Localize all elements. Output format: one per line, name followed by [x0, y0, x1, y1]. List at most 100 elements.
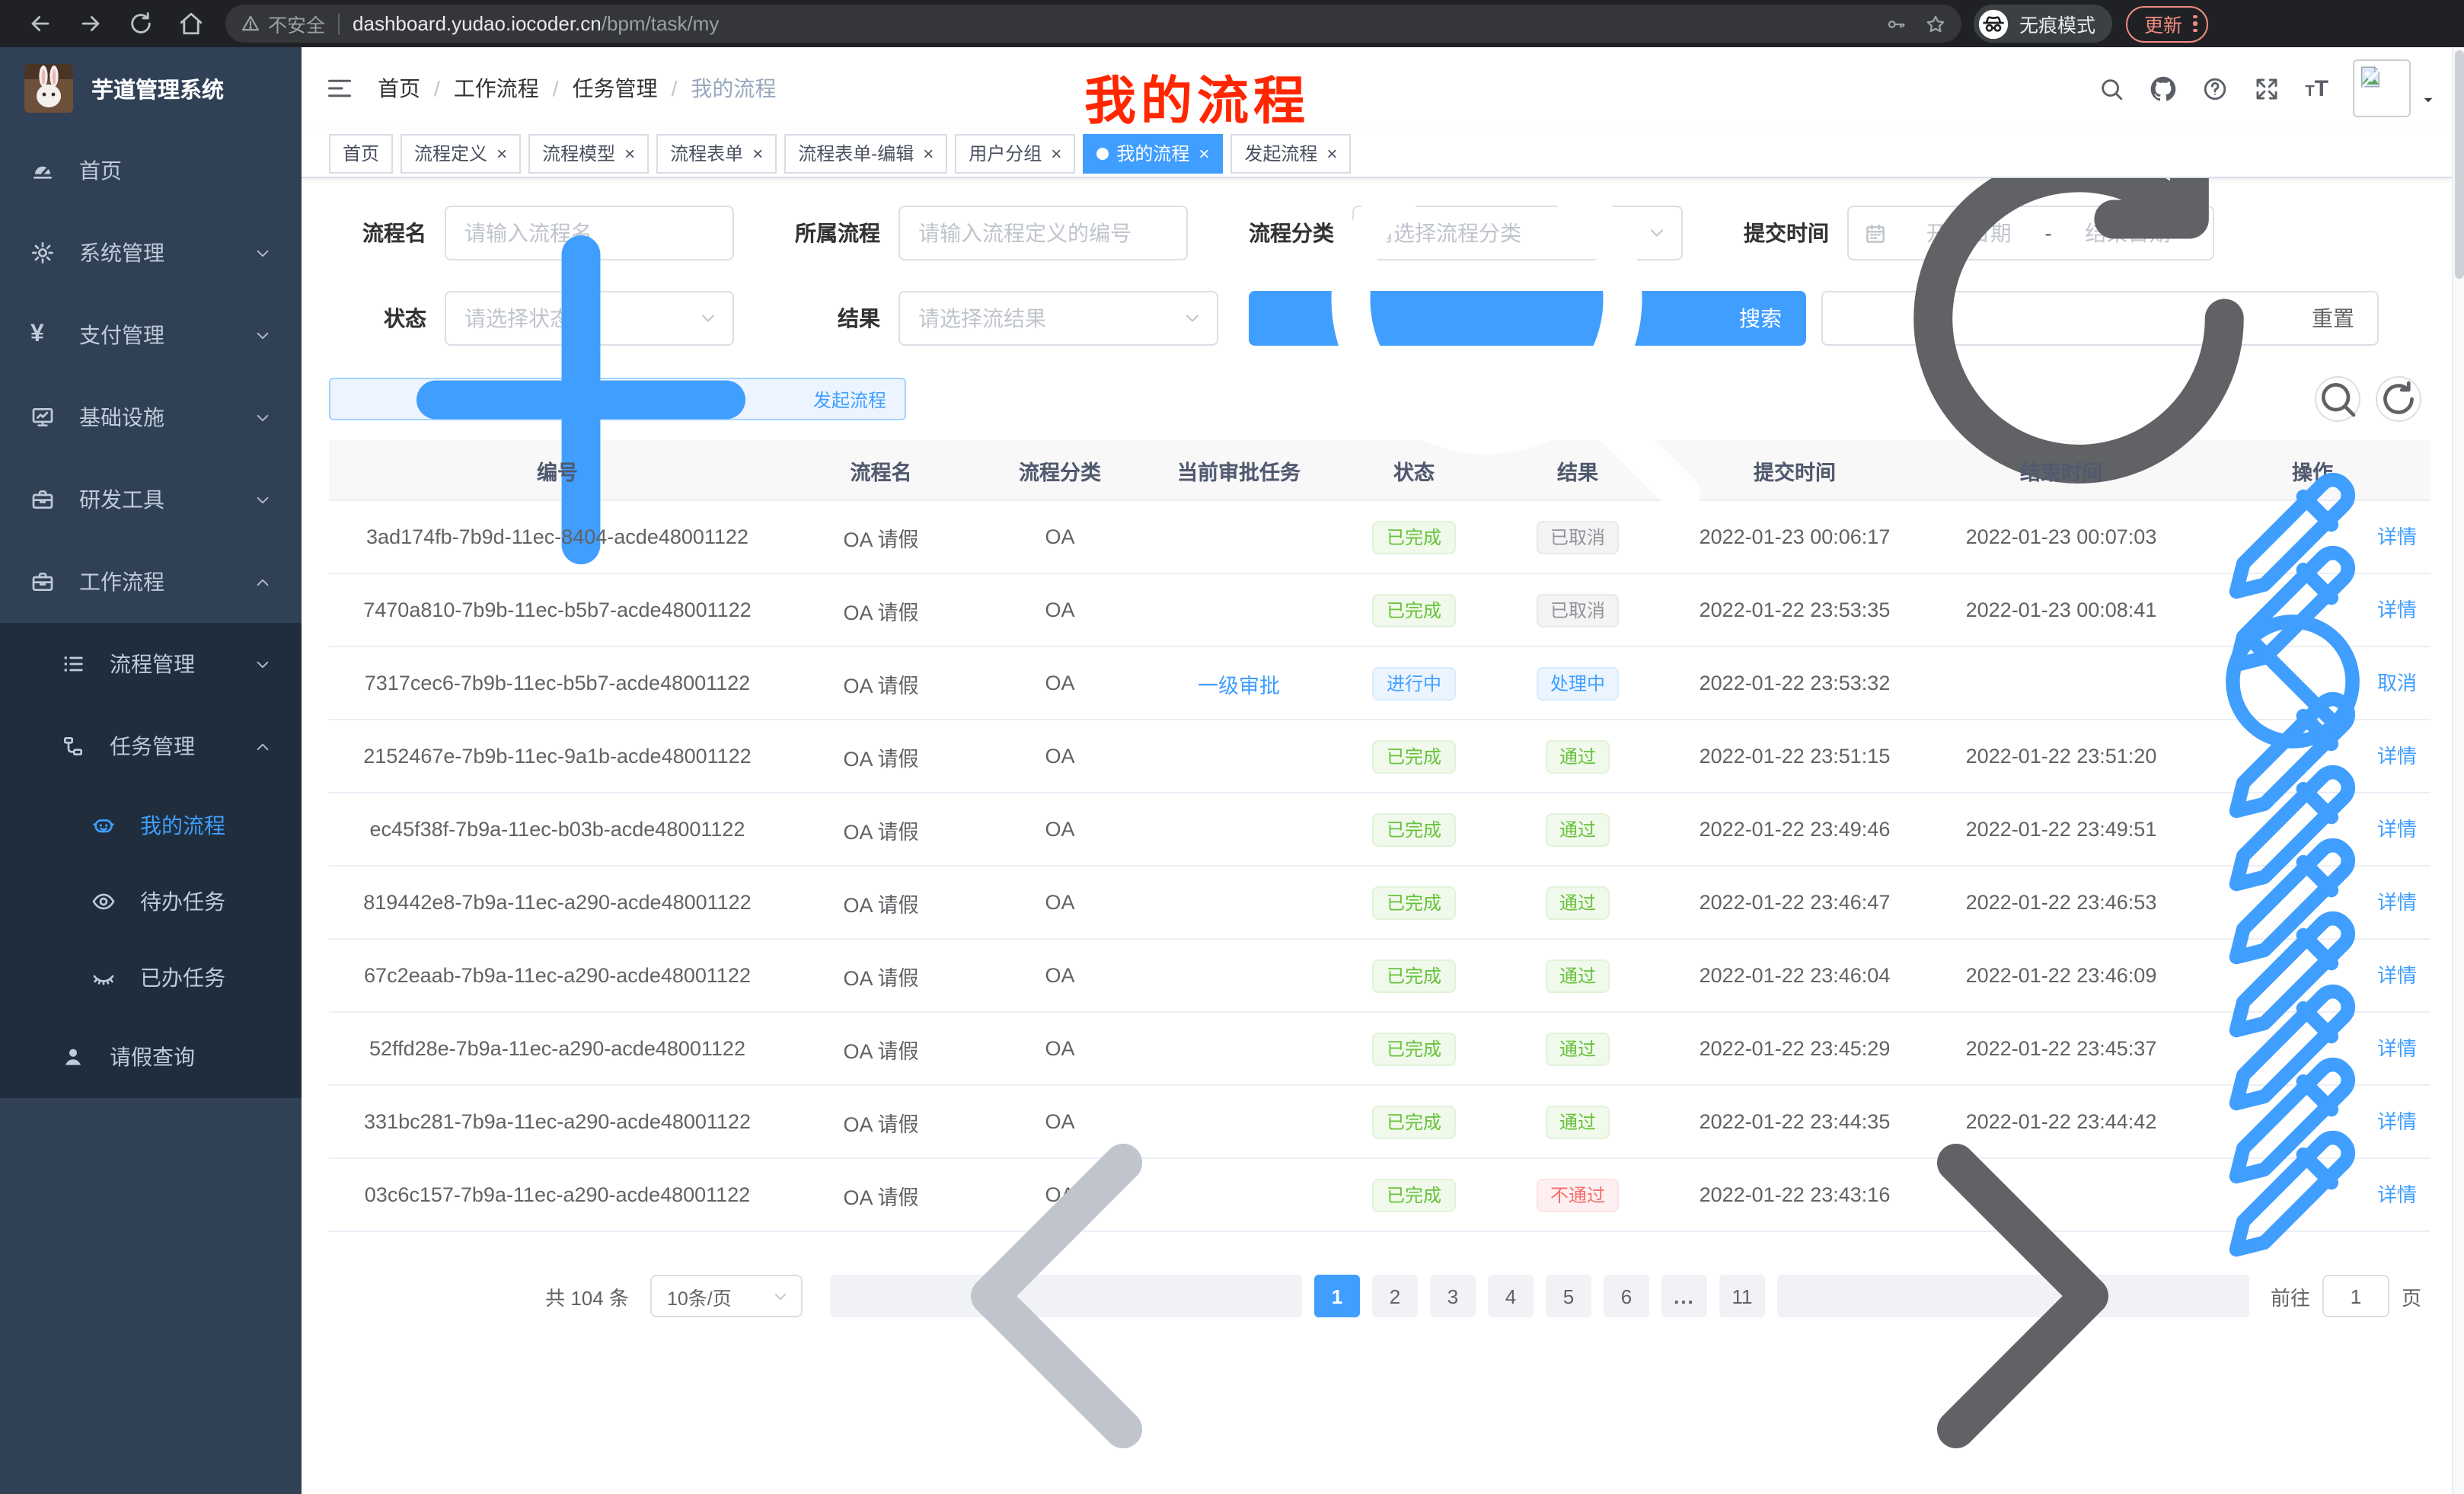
close-icon[interactable]: × [496, 144, 507, 162]
sidebar-item-工作流程[interactable]: 工作流程 [0, 541, 302, 623]
create-process-button[interactable]: 发起流程 [329, 378, 906, 420]
scrollbar-thumb[interactable] [2455, 50, 2464, 279]
tab-发起流程[interactable]: 发起流程× [1230, 133, 1351, 173]
page-size-value: 10条/页 [667, 1282, 772, 1310]
breadcrumb-item[interactable]: 工作流程 [454, 73, 539, 104]
page-size-select[interactable]: 10条/页 [650, 1275, 803, 1317]
help-icon[interactable] [2201, 75, 2227, 101]
next-page-button[interactable] [1777, 1275, 2249, 1317]
fullscreen-icon[interactable] [2253, 75, 2279, 101]
filter-definition-input[interactable] [898, 206, 1188, 260]
status-badge: 已完成 [1373, 1178, 1455, 1211]
result-badge: 不通过 [1537, 1178, 1619, 1211]
cell-id: 52ffd28e-7b9a-11ec-a290-acde48001122 [329, 1037, 786, 1060]
app-logo-row[interactable]: 芋道管理系统 [0, 47, 302, 129]
column-header: 结果 [1494, 455, 1661, 485]
forward-icon[interactable] [78, 11, 104, 37]
close-icon[interactable]: × [1198, 144, 1209, 162]
page-button-6[interactable]: 6 [1604, 1275, 1649, 1317]
tab-首页[interactable]: 首页 [329, 133, 393, 173]
sidebar-item-已办任务[interactable]: 已办任务 [0, 940, 302, 1016]
sidebar-item-基础设施[interactable]: 基础设施 [0, 376, 302, 458]
refresh-table-button[interactable] [2376, 376, 2421, 422]
cell-result: 处理中 [1494, 666, 1661, 700]
sidebar-item-label: 系统管理 [79, 238, 164, 268]
chevron-down-icon [1183, 309, 1202, 327]
tab-我的流程[interactable]: 我的流程× [1083, 133, 1223, 173]
eye-closed-icon [91, 966, 116, 990]
page-button-2[interactable]: 2 [1372, 1275, 1418, 1317]
security-label[interactable]: 不安全 [268, 9, 325, 38]
sidebar-item-支付管理[interactable]: ¥支付管理 [0, 294, 302, 376]
chevron-down-icon [254, 409, 271, 426]
tab-流程表单-编辑[interactable]: 流程表单-编辑× [784, 133, 947, 173]
close-icon[interactable]: × [1326, 144, 1337, 162]
cell-result: 通过 [1494, 886, 1661, 919]
cell-category: OA [976, 818, 1144, 841]
sidebar-item-任务管理[interactable]: 任务管理 [0, 705, 302, 787]
tags-view: 首页流程定义×流程模型×流程表单×流程表单-编辑×用户分组×我的流程×发起流程× [302, 129, 2452, 178]
avatar[interactable] [2353, 59, 2411, 117]
cell-end-time: 2022-01-22 23:49:51 [1928, 818, 2194, 841]
close-icon[interactable]: × [923, 144, 934, 162]
cell-process-name: OA 请假 [786, 814, 976, 844]
close-icon[interactable]: × [624, 144, 635, 162]
header-search-icon[interactable] [2098, 75, 2124, 101]
browser-update-button[interactable]: 更新 [2126, 5, 2207, 42]
close-icon[interactable]: × [1051, 144, 1061, 162]
sidebar-item-首页[interactable]: 首页 [0, 129, 302, 212]
filter-result-select[interactable]: 请选择流结果 [898, 291, 1218, 346]
status-badge: 已完成 [1373, 593, 1455, 627]
goto-page-input[interactable] [2322, 1275, 2389, 1317]
more-pages-button[interactable]: ... [1661, 1275, 1707, 1317]
sidebar-menu: 首页系统管理 ¥支付管理基础设施研发工具工作流程流程管理任务管理我的流程待办任务已… [0, 129, 302, 1098]
key-icon[interactable] [1885, 13, 1907, 34]
show-search-button[interactable] [2315, 376, 2360, 422]
avatar-caret-icon[interactable] [2420, 91, 2437, 107]
briefcase-icon [30, 570, 55, 594]
close-icon[interactable]: × [752, 144, 763, 162]
pagination: 共 104 条 10条/页 123456...11 前往 页 [329, 1275, 2421, 1317]
home-icon[interactable] [178, 11, 204, 37]
back-icon[interactable] [27, 11, 53, 37]
sidebar-item-研发工具[interactable]: 研发工具 [0, 458, 302, 541]
address-bar[interactable]: 不安全 dashboard.yudao.iocoder.cn /bpm/task… [225, 5, 1961, 43]
tab-流程模型[interactable]: 流程模型× [528, 133, 649, 173]
sidebar-item-我的流程[interactable]: 我的流程 [0, 787, 302, 864]
tab-label: 流程定义 [414, 140, 487, 166]
column-header: 编号 [329, 455, 786, 485]
bookmark-star-icon[interactable] [1925, 13, 1946, 34]
sidebar-item-流程管理[interactable]: 流程管理 [0, 623, 302, 705]
cell-category: OA [976, 964, 1144, 987]
sidebar-item-待办任务[interactable]: 待办任务 [0, 864, 302, 940]
page-button-4[interactable]: 4 [1488, 1275, 1534, 1317]
cell-category: OA [976, 672, 1144, 694]
reset-button[interactable]: 重置 [1821, 291, 2379, 346]
reload-icon[interactable] [128, 11, 154, 37]
search-button[interactable]: 搜索 [1249, 291, 1806, 346]
sidebar-item-系统管理[interactable]: 系统管理 [0, 212, 302, 294]
tab-用户分组[interactable]: 用户分组× [955, 133, 1075, 173]
page-scrollbar[interactable] [2452, 47, 2464, 1494]
breadcrumb-item[interactable]: 首页 [378, 73, 420, 104]
github-icon[interactable] [2150, 75, 2175, 101]
sidebar-item-请假查询[interactable]: 请假查询 [0, 1016, 302, 1098]
prev-page-button[interactable] [830, 1275, 1302, 1317]
cell-id: 7470a810-7b9b-11ec-b5b7-acde48001122 [329, 599, 786, 621]
current-task-link[interactable]: 一级审批 [1198, 674, 1280, 697]
goto-page: 前往 页 [2271, 1275, 2421, 1317]
breadcrumb-item[interactable]: 任务管理 [573, 73, 658, 104]
page-button-5[interactable]: 5 [1546, 1275, 1591, 1317]
page-button-11[interactable]: 11 [1719, 1275, 1765, 1317]
browser-menu-icon[interactable] [2193, 15, 2197, 33]
tab-流程定义[interactable]: 流程定义 × [401, 133, 521, 173]
page-button-1[interactable]: 1 [1314, 1275, 1360, 1317]
tab-流程表单[interactable]: 流程表单× [656, 133, 777, 173]
cell-result: 通过 [1494, 812, 1661, 846]
sidebar-item-label: 我的流程 [140, 810, 225, 841]
search-icon [2316, 378, 2359, 420]
page-button-3[interactable]: 3 [1430, 1275, 1476, 1317]
font-size-icon[interactable]: TT [2305, 77, 2328, 100]
hamburger-icon[interactable] [326, 75, 353, 102]
cell-submit-time: 2022-01-22 23:53:32 [1661, 672, 1928, 694]
